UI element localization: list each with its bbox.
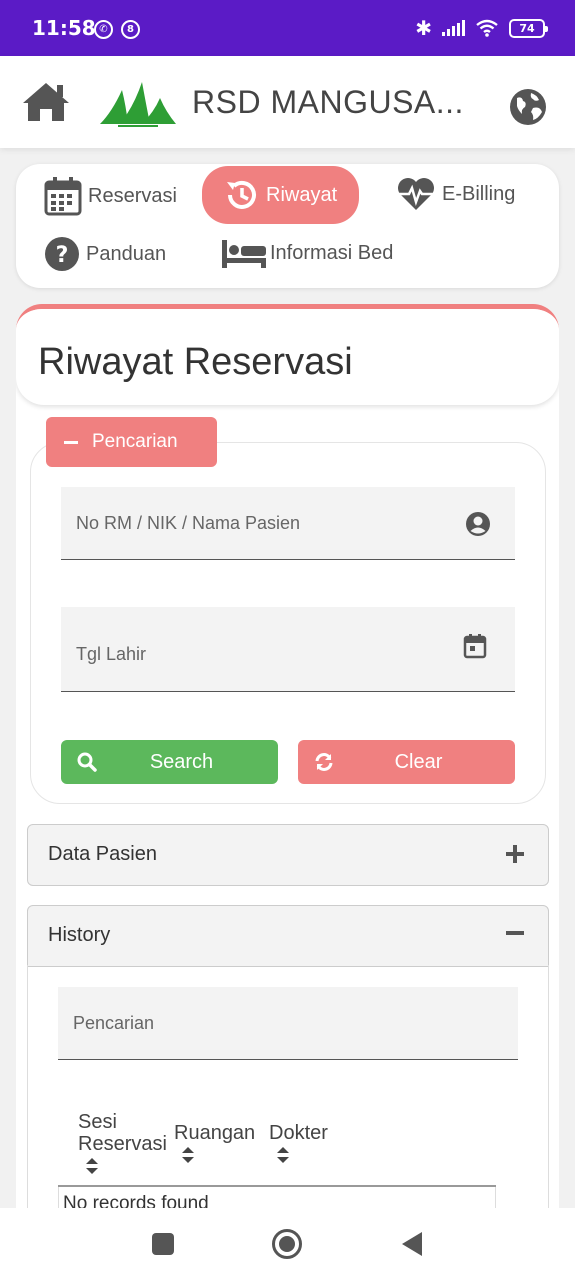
accordion-history-title: History — [48, 924, 111, 946]
nav-label-riwayat: Riwayat — [266, 183, 338, 206]
system-nav-bar — [0, 1208, 575, 1280]
accordion-history[interactable]: History — [27, 905, 549, 967]
calendar-icon[interactable] — [463, 633, 487, 659]
accordion-data-pasien[interactable]: Data Pasien — [27, 824, 549, 886]
recent-apps-icon[interactable] — [151, 1232, 175, 1256]
notification-badge-icon: 8 — [121, 20, 140, 39]
nav-label-ebilling: E-Billing — [442, 182, 516, 205]
calendar-icon — [44, 177, 82, 216]
hospital-logo — [100, 82, 176, 127]
status-time: 11:58 — [32, 16, 96, 40]
nav-label-reservasi: Reservasi — [88, 184, 177, 207]
nav-item-ebilling[interactable]: E-Billing — [396, 176, 515, 212]
back-icon[interactable] — [400, 1231, 424, 1257]
refresh-icon — [315, 753, 333, 771]
column-header-dokter[interactable]: Dokter — [269, 1122, 328, 1163]
plus-icon — [506, 845, 524, 863]
app-title: RSD MANGUSA... — [192, 84, 464, 120]
globe-icon[interactable] — [509, 88, 547, 126]
column-header-sesi-line1: Sesi — [78, 1111, 117, 1133]
nav-item-panduan[interactable]: ? Panduan — [44, 236, 166, 272]
nav-label-informasi-bed: Informasi Bed — [270, 241, 394, 264]
column-header-sesi-line2: Reservasi — [78, 1133, 167, 1155]
nav-label-panduan: Panduan — [86, 242, 167, 265]
search-button[interactable]: Search — [61, 740, 278, 784]
sort-icon — [86, 1158, 98, 1174]
wifi-icon — [476, 19, 498, 37]
patient-search-placeholder: No RM / NIK / Nama Pasien — [76, 513, 301, 533]
bluetooth-icon: ✱ — [415, 16, 432, 40]
minus-icon — [506, 931, 524, 935]
dob-placeholder: Tgl Lahir — [76, 644, 147, 664]
search-panel-toggle[interactable]: Pencarian — [46, 417, 217, 467]
bed-icon — [222, 240, 266, 268]
page-title-bar: Riwayat Reservasi — [16, 309, 559, 405]
nav-item-informasi-bed[interactable]: Informasi Bed — [220, 236, 393, 270]
history-icon — [227, 180, 256, 209]
patient-search-input[interactable]: No RM / NIK / Nama Pasien — [61, 487, 515, 560]
svg-text:?: ? — [56, 243, 69, 268]
battery-icon: 74 — [509, 18, 548, 38]
page-title: Riwayat Reservasi — [38, 341, 353, 383]
column-header-ruangan[interactable]: Ruangan — [174, 1122, 255, 1163]
home-icon[interactable] — [20, 80, 72, 124]
column-header-ruangan-label: Ruangan — [174, 1122, 256, 1144]
status-bar: 11:58 ✆ 8 ✱ 74 — [0, 0, 575, 56]
user-circle-icon — [466, 512, 490, 536]
accordion-data-pasien-title: Data Pasien — [48, 843, 157, 865]
signal-icon — [442, 20, 465, 36]
sort-icon — [277, 1147, 289, 1163]
history-search-placeholder: Pencarian — [73, 1013, 155, 1033]
minus-icon — [64, 440, 78, 444]
search-panel-label: Pencarian — [92, 431, 178, 452]
column-header-sesi-reservasi[interactable]: Sesi Reservasi — [78, 1111, 167, 1174]
nav-menu: Reservasi Riwayat E-Billing ? Panduan In… — [16, 164, 559, 288]
whatsapp-icon: ✆ — [94, 20, 113, 39]
nav-item-reservasi[interactable]: Reservasi — [44, 176, 177, 216]
column-header-dokter-label: Dokter — [269, 1122, 328, 1144]
main-card: Riwayat Reservasi Pencarian No RM / NIK … — [16, 304, 559, 1224]
home-nav-icon[interactable] — [271, 1228, 303, 1260]
dob-input[interactable]: Tgl Lahir — [61, 607, 515, 692]
history-search-input[interactable]: Pencarian — [58, 987, 518, 1060]
status-right: ✱ 74 — [415, 16, 548, 40]
clear-button[interactable]: Clear — [298, 740, 515, 784]
question-circle-icon: ? — [45, 237, 79, 271]
heartbeat-icon — [398, 178, 434, 210]
search-icon — [77, 752, 97, 772]
nav-item-riwayat[interactable]: Riwayat — [202, 166, 360, 224]
notification-icons: ✆ 8 — [94, 20, 140, 39]
sort-icon — [182, 1147, 194, 1163]
app-header: RSD MANGUSA... — [0, 56, 575, 148]
